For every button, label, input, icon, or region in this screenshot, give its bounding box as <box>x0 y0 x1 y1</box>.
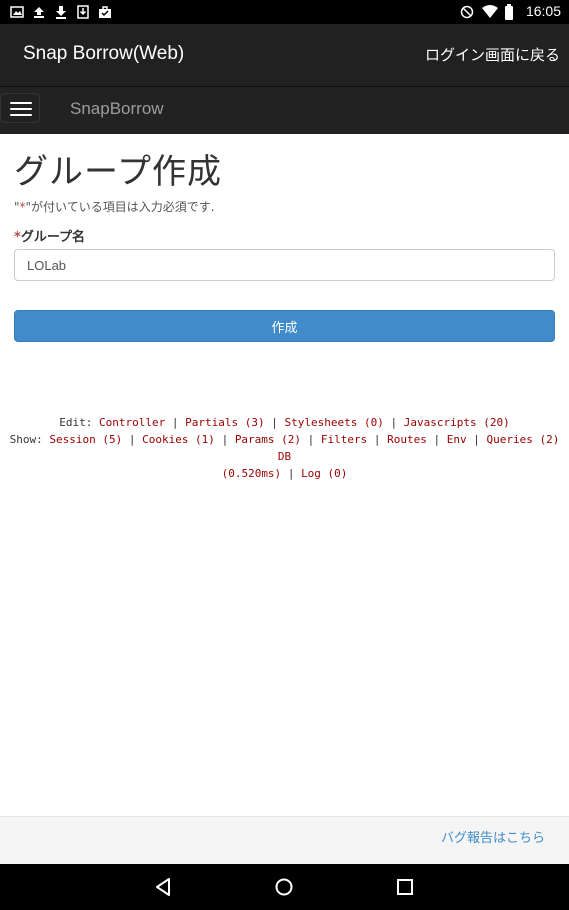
download-box-icon <box>76 4 90 19</box>
status-bar: 16:05 <box>0 0 569 24</box>
debug-edit-row: Edit: Controller | Partials (3) | Styles… <box>59 416 510 429</box>
debug-link-session[interactable]: Session (5) <box>49 433 122 446</box>
debug-toolbar: Edit: Controller | Partials (3) | Styles… <box>0 414 569 482</box>
home-icon[interactable] <box>273 876 295 898</box>
group-name-input[interactable] <box>14 249 555 281</box>
debug-link-stylesheets[interactable]: Stylesheets (0) <box>285 416 384 429</box>
create-button[interactable]: 作成 <box>14 310 555 342</box>
debug-show-row: Show: Session (5) | Cookies (1) | Params… <box>9 433 560 463</box>
image-icon <box>10 4 24 18</box>
status-time: 16:05 <box>525 3 561 19</box>
debug-link-filters[interactable]: Filters <box>321 433 367 446</box>
android-nav-bar <box>0 864 569 910</box>
battery-icon <box>504 4 518 20</box>
app-title: Snap Borrow(Web) <box>23 43 185 64</box>
debug-link-log[interactable]: Log (0) <box>301 467 347 480</box>
wifi-icon <box>481 4 498 18</box>
page-title: グループ作成 <box>14 152 222 192</box>
debug-link-javascripts[interactable]: Javascripts (20) <box>404 416 510 429</box>
debug-link-env[interactable]: Env <box>447 433 467 446</box>
upload-icon <box>32 4 46 18</box>
debug-link-cookies[interactable]: Cookies (1) <box>142 433 215 446</box>
debug-link-controller[interactable]: Controller <box>99 416 165 429</box>
required-note: "*"が付いている項目は入力必須です. <box>14 200 215 214</box>
recents-icon[interactable] <box>394 876 416 898</box>
bag-icon <box>98 4 112 18</box>
hamburger-icon[interactable] <box>0 93 40 123</box>
navbar-brand[interactable]: SnapBorrow <box>70 99 164 119</box>
debug-link-params[interactable]: Params (2) <box>235 433 301 446</box>
back-icon[interactable] <box>153 876 175 898</box>
back-to-login-link[interactable]: ログイン画面に戻る <box>425 44 560 65</box>
group-name-label: *グループ名 <box>14 230 86 245</box>
debug-link-routes[interactable]: Routes <box>387 433 427 446</box>
debug-link-db-time[interactable]: (0.520ms) <box>222 467 282 480</box>
bug-report-link[interactable]: バグ報告はこちら <box>441 827 545 846</box>
debug-show-row-2: (0.520ms) | Log (0) <box>221 467 348 480</box>
debug-link-partials[interactable]: Partials (3) <box>185 416 264 429</box>
do-not-disturb-icon <box>460 4 474 19</box>
download-icon <box>54 4 68 19</box>
navbar: SnapBorrow <box>0 86 569 134</box>
app-header: Snap Borrow(Web) ログイン画面に戻る <box>0 24 569 86</box>
page-footer: バグ報告はこちら <box>0 816 569 865</box>
